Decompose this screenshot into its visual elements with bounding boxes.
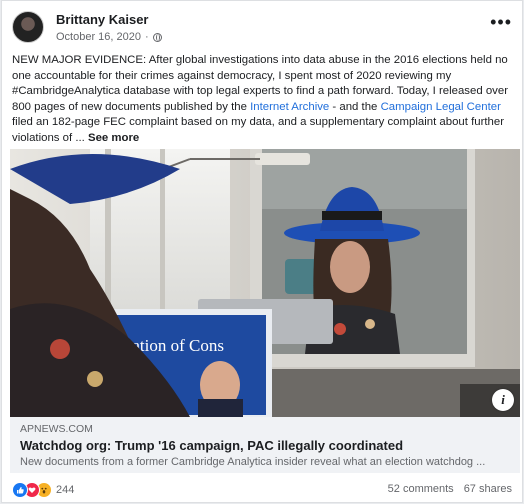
post-date[interactable]: October 16, 2020 [56, 31, 141, 43]
campaign-legal-center-link[interactable]: Campaign Legal Center [381, 101, 501, 113]
post-text-part: filed an 182-page FEC complaint based on… [12, 116, 504, 144]
globe-icon [152, 32, 162, 42]
like-reaction-icon [12, 482, 28, 498]
see-more-link[interactable]: See more [88, 132, 139, 144]
post-header: Brittany Kaiser October 16, 2020 · ••• [12, 11, 512, 45]
internet-archive-link[interactable]: Internet Archive [250, 101, 329, 113]
post-text: NEW MAJOR EVIDENCE: After global investi… [12, 53, 512, 147]
info-icon[interactable]: i [492, 389, 514, 411]
post-footer: 244 52 comments 67 shares [12, 481, 512, 499]
link-description: New documents from a former Cambridge An… [20, 456, 486, 468]
engagement-stats: 52 comments 67 shares [388, 483, 512, 495]
reactions-summary[interactable]: 244 [12, 482, 74, 498]
link-domain: APNEWS.COM [20, 423, 93, 435]
link-preview[interactable]: APNEWS.COM Watchdog org: Trump '16 campa… [10, 417, 520, 473]
post-meta: October 16, 2020 · [56, 31, 162, 43]
comments-count[interactable]: 52 comments [388, 483, 454, 495]
author-name[interactable]: Brittany Kaiser [56, 12, 148, 27]
author-avatar[interactable] [12, 11, 44, 43]
post-text-part: - and the [329, 100, 381, 113]
link-headline[interactable]: Watchdog org: Trump '16 campaign, PAC il… [20, 438, 403, 453]
reaction-count: 244 [56, 484, 75, 496]
post-card: Brittany Kaiser October 16, 2020 · ••• N… [1, 0, 523, 503]
shares-count[interactable]: 67 shares [464, 483, 512, 495]
more-options-button[interactable]: ••• [490, 13, 512, 31]
photo-illustration: tration of Cons [10, 149, 520, 417]
post-photo[interactable]: tration of Cons i [10, 149, 520, 417]
